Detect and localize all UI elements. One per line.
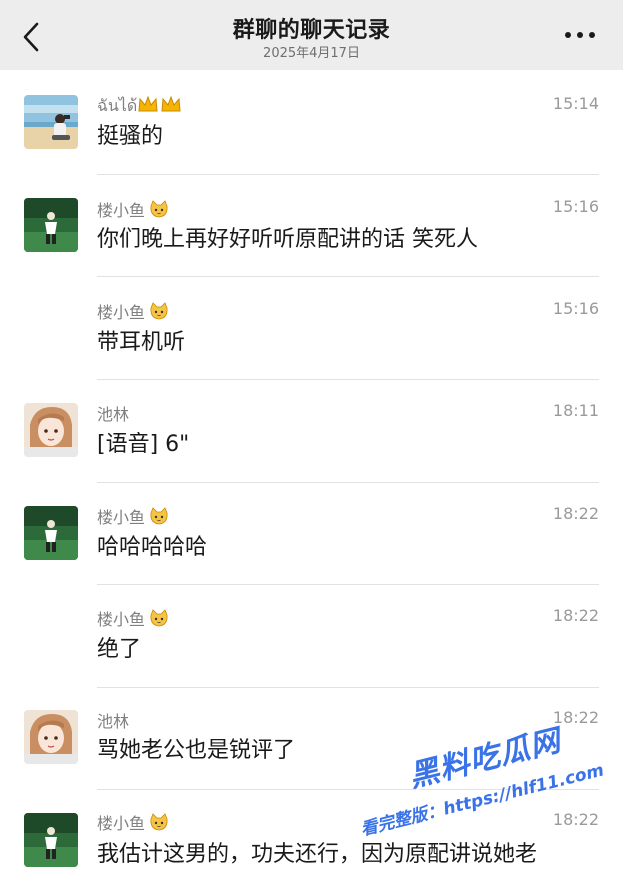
message-time: 15:14 <box>552 94 599 113</box>
message-time: 15:16 <box>552 197 599 216</box>
chat-message: 楼小鱼 18:22 哈哈哈哈哈 <box>0 483 623 586</box>
page-date: 2025年4月17日 <box>263 46 360 61</box>
message-text[interactable]: 带耳机听 <box>97 328 599 358</box>
voice-message-text[interactable]: [语音] 6" <box>97 430 599 460</box>
cat-icon <box>149 200 169 222</box>
avatar[interactable] <box>24 403 78 457</box>
more-dots-icon <box>565 32 571 38</box>
cat-icon <box>149 507 169 529</box>
chat-message: 池林 18:11 [语音] 6" <box>0 380 623 483</box>
avatar[interactable] <box>24 198 78 252</box>
beach-avatar-icon <box>24 95 78 149</box>
anime-girl-avatar-icon <box>24 403 78 457</box>
sender-name: 楼小鱼 <box>97 606 169 631</box>
message-time: 18:22 <box>552 810 599 829</box>
message-time: 18:22 <box>552 708 599 727</box>
avatar[interactable] <box>24 95 78 149</box>
chat-message: 池林 18:22 骂她老公也是锐评了 <box>0 688 623 791</box>
sender-name: 楼小鱼 <box>97 197 169 222</box>
green-field-avatar-icon <box>24 813 78 867</box>
sender-name: 池林 <box>97 405 130 424</box>
avatar[interactable] <box>24 813 78 867</box>
chat-message: 楼小鱼 15:16 带耳机听 <box>0 278 623 381</box>
green-field-avatar-icon <box>24 198 78 252</box>
chat-message: 楼小鱼 15:16 你们晚上再好好听听原配讲的话 笑死人 <box>0 175 623 278</box>
chat-message: 楼小鱼 18:22 绝了 <box>0 585 623 688</box>
message-time: 18:22 <box>552 606 599 625</box>
message-text[interactable]: 挺骚的 <box>97 122 599 152</box>
message-text[interactable]: 我估计这男的，功夫还行，因为原配讲说她老 <box>97 840 599 870</box>
crown-icon <box>137 94 183 118</box>
page-title: 群聊的聊天记录 <box>232 18 391 43</box>
chat-message: 楼小鱼 18:22 我估计这男的，功夫还行，因为原配讲说她老 <box>0 790 623 881</box>
sender-name: 池林 <box>97 712 130 731</box>
more-button[interactable] <box>565 30 597 40</box>
cat-icon <box>149 813 169 835</box>
message-time: 15:16 <box>552 299 599 318</box>
divider <box>97 276 599 277</box>
message-time: 18:22 <box>552 504 599 523</box>
cat-icon <box>149 302 169 324</box>
sender-name: 楼小鱼 <box>97 504 169 529</box>
message-time: 18:11 <box>552 401 599 420</box>
sender-name: ฉันได้ <box>97 94 183 119</box>
anime-girl-avatar-icon <box>24 710 78 764</box>
message-text[interactable]: 你们晚上再好好听听原配讲的话 笑死人 <box>97 225 599 255</box>
avatar[interactable] <box>24 710 78 764</box>
green-field-avatar-icon <box>24 506 78 560</box>
sender-name: 楼小鱼 <box>97 810 169 835</box>
message-text[interactable]: 骂她老公也是锐评了 <box>97 736 599 766</box>
avatar[interactable] <box>24 506 78 560</box>
sender-name: 楼小鱼 <box>97 299 169 324</box>
nav-header: 群聊的聊天记录 2025年4月17日 <box>0 0 623 70</box>
chat-message: ฉันได้ 15:14 挺骚的 <box>0 70 623 176</box>
cat-icon <box>149 609 169 631</box>
message-text[interactable]: 哈哈哈哈哈 <box>97 533 599 563</box>
message-text[interactable]: 绝了 <box>97 635 599 665</box>
